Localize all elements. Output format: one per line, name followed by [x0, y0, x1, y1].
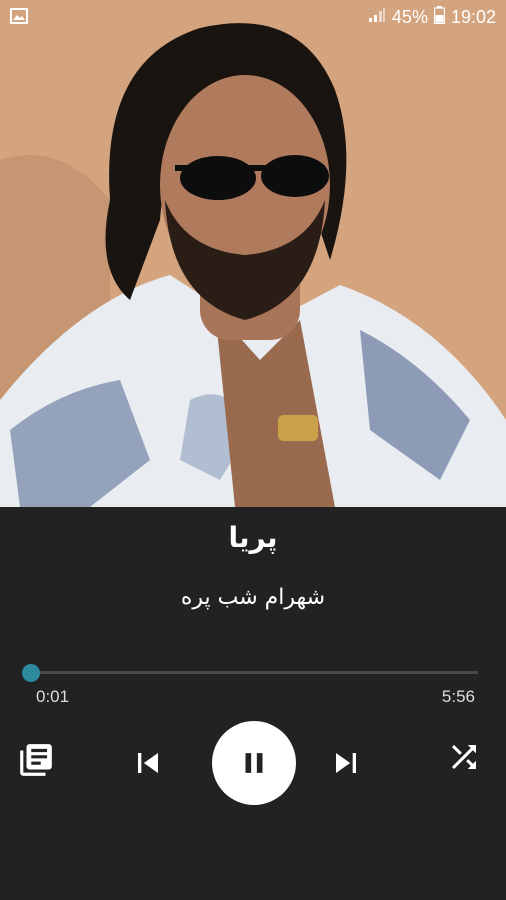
battery-icon: [433, 6, 446, 29]
total-time: 5:56: [441, 687, 475, 706]
song-title: پریا: [228, 521, 278, 554]
artist-name: شهرام شب پره: [180, 585, 326, 610]
previous-button[interactable]: [126, 741, 170, 785]
skip-previous-icon: [138, 753, 158, 773]
pause-icon: [245, 753, 263, 773]
next-button[interactable]: [324, 741, 368, 785]
signal-icon: [368, 7, 386, 28]
play-pause-button[interactable]: [212, 721, 296, 805]
elapsed-time: 0:01: [36, 687, 70, 706]
playlist-icon: [20, 744, 52, 776]
playlist-button[interactable]: [16, 739, 56, 781]
portrait-image: [0, 0, 506, 507]
battery-percent: 45%: [391, 7, 428, 27]
progress-track: [30, 671, 478, 674]
status-bar: 45% 19:02: [0, 0, 506, 36]
clock: 19:02: [450, 7, 496, 27]
progress-seekbar[interactable]: [22, 664, 478, 682]
shuffle-icon: [452, 745, 476, 769]
shuffle-button[interactable]: [444, 737, 484, 777]
progress-thumb[interactable]: [22, 664, 41, 682]
skip-next-icon: [336, 753, 356, 773]
image-icon: [10, 8, 28, 29]
player-panel: پریا شهرام شب پره 0:01 5:56: [0, 507, 506, 900]
album-art: [0, 0, 506, 507]
